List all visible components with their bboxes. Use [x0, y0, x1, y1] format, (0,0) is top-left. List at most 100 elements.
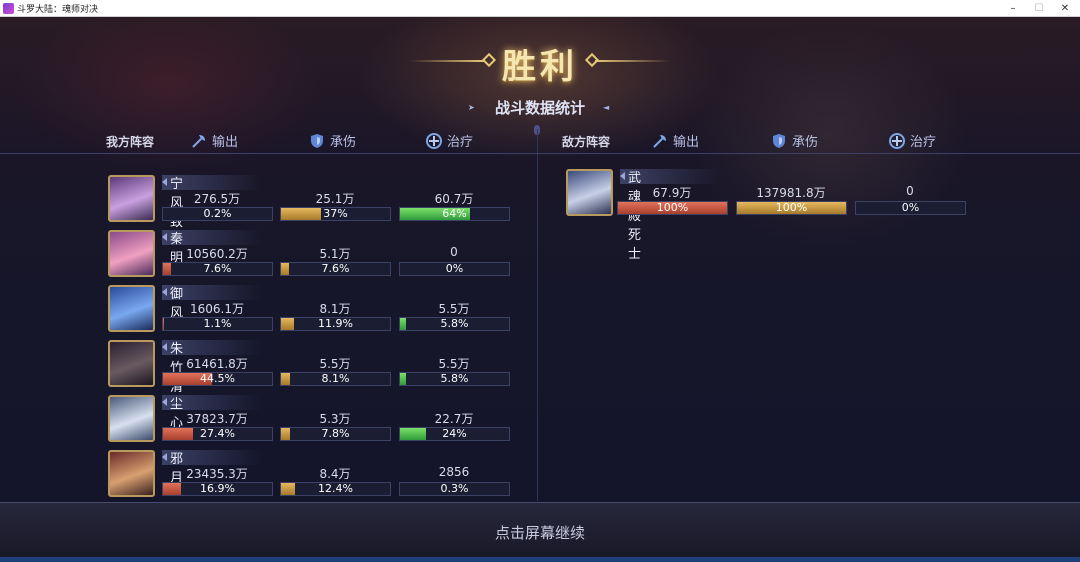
tank-value: 137981.8万	[756, 186, 826, 200]
tank-share-percent: 12.4%	[318, 482, 353, 495]
heal-share-bar: 0%	[855, 201, 966, 215]
heal-share-bar: 64%	[399, 207, 510, 221]
window-title: 斗罗大陆：魂师对决	[17, 5, 99, 15]
enemy-tank-header: 承伤	[770, 131, 818, 150]
heal-share-percent: 0.3%	[440, 482, 469, 495]
heal-share-percent: 5.8%	[440, 372, 469, 385]
damage-value: 61461.8万	[186, 357, 248, 371]
heal-share-percent: 0%	[901, 201, 920, 214]
hero-avatar[interactable]	[108, 285, 155, 332]
name-tag-arrow-icon	[162, 453, 167, 461]
tank-value: 8.1万	[319, 302, 351, 316]
heal-value: 0	[450, 245, 458, 259]
our-tank-header-label: 承伤	[330, 135, 357, 150]
damage-value: 37823.7万	[186, 412, 248, 426]
damage-value: 276.5万	[193, 192, 241, 206]
heal-value: 60.7万	[434, 192, 474, 206]
tank-share-bar: 12.4%	[280, 482, 391, 496]
damage-value: 23435.3万	[186, 467, 248, 481]
enemy-heal-header: 治疗	[888, 131, 936, 150]
tank-share-percent: 7.6%	[321, 262, 350, 275]
tap-to-continue[interactable]: 点击屏幕继续	[0, 522, 1080, 543]
title-ornament-right	[595, 60, 670, 62]
damage-share-percent: 7.6%	[203, 262, 232, 275]
heal-value: 22.7万	[434, 412, 474, 426]
name-tag-arrow-icon	[162, 398, 167, 406]
damage-share-bar: 100%	[617, 201, 728, 215]
damage-share-percent: 1.1%	[203, 317, 232, 330]
tank-value: 25.1万	[315, 192, 355, 206]
damage-share-bar: 0.2%	[162, 207, 273, 221]
heal-share-bar: 5.8%	[399, 317, 510, 331]
tank-value: 5.5万	[319, 357, 351, 371]
tank-value: 5.3万	[319, 412, 351, 426]
damage-share-bar: 1.1%	[162, 317, 273, 331]
axe-icon	[653, 134, 666, 148]
shield-icon	[773, 133, 785, 148]
heal-value: 5.5万	[438, 302, 470, 316]
enemy-team-label: 敌方阵容	[562, 135, 611, 149]
team-divider	[537, 129, 538, 501]
heal-value: 5.5万	[438, 357, 470, 371]
heal-share-percent: 0%	[445, 262, 464, 275]
hero-avatar[interactable]	[108, 450, 155, 497]
heal-share-bar: 0%	[399, 262, 510, 276]
our-damage-header: 输出	[190, 131, 238, 150]
name-tag-arrow-icon	[162, 178, 167, 186]
subtitle-arrow-right-icon: ◄	[603, 103, 610, 112]
axe-icon	[192, 134, 205, 148]
damage-value: 67.9万	[652, 186, 692, 200]
damage-share-percent: 100%	[656, 201, 689, 214]
tank-share-bar: 7.8%	[280, 427, 391, 441]
hero-avatar[interactable]	[108, 230, 155, 277]
hero-avatar[interactable]	[108, 395, 155, 442]
close-button[interactable]: ✕	[1052, 0, 1078, 17]
tank-share-percent: 7.8%	[321, 427, 350, 440]
name-tag-arrow-icon	[162, 343, 167, 351]
damage-share-bar: 44.5%	[162, 372, 273, 386]
enemy-heal-header-label: 治疗	[910, 135, 937, 150]
minimize-button[interactable]: –	[1000, 0, 1026, 17]
damage-share-bar: 27.4%	[162, 427, 273, 441]
tank-share-bar: 11.9%	[280, 317, 391, 331]
app-icon	[3, 3, 14, 14]
our-heal-header-label: 治疗	[447, 135, 474, 150]
continue-bar[interactable]: 点击屏幕继续	[0, 502, 1080, 557]
heal-share-percent: 64%	[442, 207, 467, 220]
tank-share-percent: 100%	[775, 201, 808, 214]
damage-share-bar: 16.9%	[162, 482, 273, 496]
battle-stats-subtitle: 战斗数据统计	[494, 99, 585, 117]
hero-avatar[interactable]	[566, 169, 613, 216]
tank-share-percent: 11.9%	[318, 317, 353, 330]
battle-result-screen[interactable]: 胜利 ➤ 战斗数据统计 ◄ 我方阵容 输出 承伤 治疗 敌方阵容 输出 承伤 治…	[0, 17, 1080, 557]
enemy-damage-header-label: 输出	[673, 135, 700, 150]
maximize-button[interactable]: ☐	[1026, 0, 1052, 17]
name-tag-arrow-icon	[162, 288, 167, 296]
window-titlebar: 斗罗大陆：魂师对决 – ☐ ✕	[0, 0, 1080, 17]
tank-share-percent: 37%	[323, 207, 348, 220]
damage-share-bar: 7.6%	[162, 262, 273, 276]
tank-value: 5.1万	[319, 247, 351, 261]
heal-share-bar: 0.3%	[399, 482, 510, 496]
shield-icon	[311, 133, 323, 148]
tank-share-bar: 7.6%	[280, 262, 391, 276]
our-heal-header: 治疗	[425, 131, 473, 150]
damage-value: 1606.1万	[190, 302, 244, 316]
damage-share-percent: 27.4%	[200, 427, 235, 440]
our-team-label: 我方阵容	[106, 135, 155, 149]
damage-share-percent: 44.5%	[200, 372, 235, 385]
tank-share-bar: 100%	[736, 201, 847, 215]
taskbar	[0, 557, 1080, 562]
heal-share-bar: 24%	[399, 427, 510, 441]
heal-share-percent: 5.8%	[440, 317, 469, 330]
heal-cross-icon	[426, 132, 442, 149]
tank-share-bar: 8.1%	[280, 372, 391, 386]
tank-share-percent: 8.1%	[321, 372, 350, 385]
hero-avatar[interactable]	[108, 340, 155, 387]
our-tank-header: 承伤	[308, 131, 356, 150]
hero-avatar[interactable]	[108, 175, 155, 222]
damage-share-percent: 0.2%	[203, 207, 232, 220]
damage-share-percent: 16.9%	[200, 482, 235, 495]
heal-share-bar: 5.8%	[399, 372, 510, 386]
tank-share-bar: 37%	[280, 207, 391, 221]
